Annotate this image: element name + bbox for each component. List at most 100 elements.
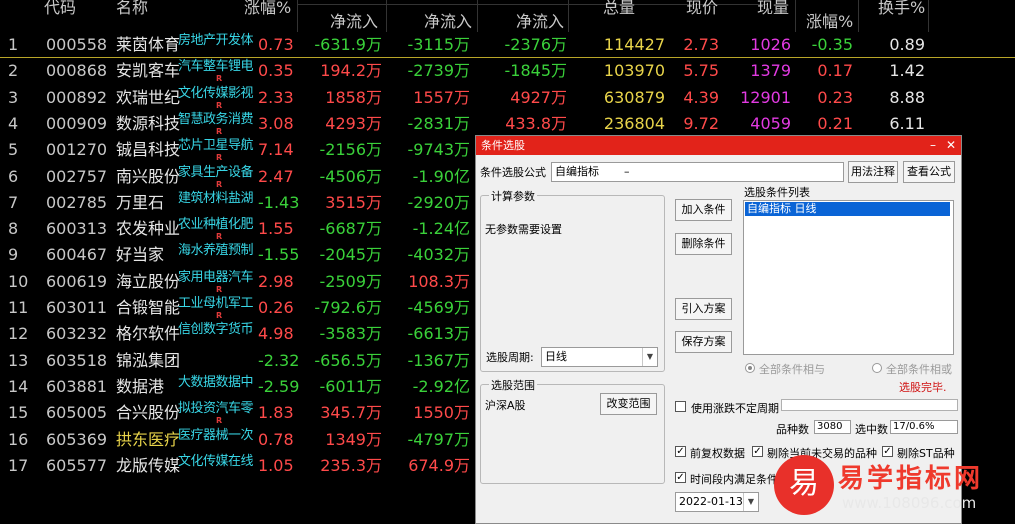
net-inflow-1: -656.5万 — [314, 350, 382, 370]
table-row[interactable]: 4 000909 数源科技 智慧政务消费 R 3.08 4293万 -2831万 433.8万 2… — [0, 111, 1015, 137]
turnover-rate: 1.42 — [889, 61, 925, 81]
header-volume[interactable]: 总量 — [603, 0, 635, 18]
header-change-pct-2[interactable]: 涨幅% — [806, 8, 853, 32]
header-price[interactable]: 现价 — [686, 0, 718, 18]
import-plan-button[interactable]: 引入方案 — [675, 298, 732, 320]
stock-code: 600619 — [46, 271, 108, 291]
row-number: 3 — [8, 87, 19, 107]
net-inflow-2: -2.92亿 — [412, 376, 470, 396]
net-inflow-1: 1858万 — [325, 87, 382, 107]
net-inflow-1: 345.7万 — [320, 403, 382, 423]
row-number: 15 — [8, 403, 29, 423]
stock-code: 605005 — [46, 403, 108, 423]
change-pct-2: 0.17 — [817, 61, 853, 81]
net-inflow-1: -2045万 — [319, 245, 383, 265]
net-inflow-2: 108.3万 — [408, 271, 470, 291]
header-code[interactable]: 代码 — [44, 0, 76, 18]
header-divider — [568, 0, 569, 32]
view-formula-button[interactable]: 查看公式 — [903, 161, 955, 183]
exclude-st-checkbox[interactable]: ✓ — [882, 446, 893, 457]
condition-list[interactable]: 自编指标 日线 — [743, 200, 954, 355]
net-inflow-2: 1550万 — [413, 403, 470, 423]
stock-name: 莱茵体育 — [116, 35, 181, 54]
header-net-inflow-2[interactable]: 净流入 — [424, 8, 472, 32]
change-pct: 2.47 — [258, 166, 294, 186]
net-inflow-1: -2509万 — [319, 271, 383, 291]
current-price: 2.73 — [683, 35, 719, 54]
list-item[interactable]: 自编指标 日线 — [745, 202, 950, 216]
stock-name: 欢瑞世纪 — [116, 87, 181, 107]
sector-tag: 医疗器械一次 — [178, 427, 254, 443]
formula-label: 条件选股公式 — [480, 166, 546, 179]
header-net-inflow-1[interactable]: 净流入 — [330, 8, 378, 32]
stock-name: 数据港 — [116, 376, 165, 396]
prefq-checkbox[interactable]: ✓ — [675, 446, 686, 457]
header-current-vol[interactable]: 现量 — [757, 0, 789, 18]
net-inflow-2: -6613万 — [407, 324, 471, 344]
stock-code: 002785 — [46, 192, 108, 212]
current-volume: 4059 — [750, 113, 791, 133]
turnover-rate: 6.11 — [889, 113, 925, 133]
close-icon[interactable]: ✕ — [943, 136, 959, 155]
stock-name: 好当家 — [116, 245, 165, 265]
change-pct: 0.78 — [258, 429, 294, 449]
total-volume: 114427 — [603, 35, 665, 54]
total-volume: 103970 — [603, 61, 665, 81]
date-picker[interactable]: 2022-01-13 ▼ — [675, 492, 759, 512]
formula-select[interactable]: 自编指标 – — [551, 162, 844, 182]
usage-notes-button[interactable]: 用法注释 — [848, 161, 898, 183]
condition-list-label: 选股条件列表 — [744, 186, 810, 199]
stock-name: 锦泓集团 — [116, 350, 181, 370]
change-pct: 1.83 — [258, 403, 294, 423]
save-plan-button[interactable]: 保存方案 — [675, 331, 732, 353]
radio-and[interactable] — [745, 363, 755, 373]
table-row[interactable]: 2 000868 安凯客车 汽车整车锂电 R 0.35 194.2万 -2739万 -1845万… — [0, 58, 1015, 84]
stock-name: 拱东医疗 — [116, 429, 181, 449]
count-label: 品种数 — [776, 423, 809, 436]
change-pct-2: -0.35 — [811, 35, 853, 54]
uncertain-period-checkbox[interactable] — [675, 401, 686, 412]
chevron-down-icon: ▼ — [642, 348, 657, 366]
total-volume: 630879 — [603, 87, 665, 107]
header-divider — [795, 0, 796, 32]
stock-name: 龙版传媒 — [116, 455, 181, 475]
row-number: 5 — [8, 140, 19, 160]
sector-tag: 大数据数据中 — [178, 374, 254, 390]
sector-tag: 房地产开发体 — [178, 33, 254, 48]
stock-name: 合兴股份 — [116, 403, 181, 423]
radio-or[interactable] — [872, 363, 882, 373]
row-number: 6 — [8, 166, 19, 186]
add-condition-button[interactable]: 加入条件 — [675, 199, 732, 221]
change-pct: -1.43 — [258, 192, 300, 212]
header-change-pct[interactable]: 涨幅% — [244, 0, 291, 18]
table-row[interactable]: 1 000558 莱茵体育 房地产开发体 0.73 -631.9万 -3115万 -2376万… — [0, 32, 1015, 59]
stock-code: 600313 — [46, 219, 108, 239]
exclude-untraded-checkbox[interactable]: ✓ — [752, 446, 763, 457]
row-number: 11 — [8, 298, 29, 317]
delete-condition-button[interactable]: 删除条件 — [675, 233, 732, 255]
period-select[interactable]: 日线 ▼ — [541, 347, 658, 367]
minimize-icon[interactable]: – — [925, 136, 941, 155]
dialog-titlebar[interactable]: 条件选股 – ✕ — [476, 136, 961, 155]
range-group: 选股范围 沪深A股 改变范围 — [480, 377, 665, 484]
table-header: 代码 名称 涨幅% 净流入 净流入 净流入 总量 现价 现量 涨幅% 换手% — [0, 0, 1015, 32]
net-inflow-2: 674.9万 — [408, 455, 470, 475]
time-period-checkbox[interactable]: ✓ — [675, 472, 686, 483]
stock-code: 603518 — [46, 350, 108, 370]
header-name[interactable]: 名称 — [116, 0, 148, 18]
table-row[interactable]: 3 000892 欢瑞世纪 文化传媒影视 R 2.33 1858万 1557万 4927万 630… — [0, 85, 1015, 111]
net-inflow-2: -3115万 — [407, 35, 471, 54]
header-turnover[interactable]: 换手% — [878, 0, 925, 18]
change-range-button[interactable]: 改变范围 — [600, 393, 657, 415]
stock-name: 数源科技 — [116, 113, 181, 133]
radio-or-label: 全部条件相或 — [886, 363, 952, 376]
net-inflow-2: -1367万 — [407, 350, 471, 370]
header-net-inflow-3[interactable]: 净流入 — [516, 8, 564, 32]
change-pct: 7.14 — [258, 140, 294, 160]
stock-code: 002757 — [46, 166, 108, 186]
header-divider — [477, 0, 478, 32]
progress-bar — [781, 399, 958, 411]
change-pct: 2.33 — [258, 87, 294, 107]
row-number: 8 — [8, 219, 19, 239]
change-pct: -2.32 — [258, 350, 300, 370]
